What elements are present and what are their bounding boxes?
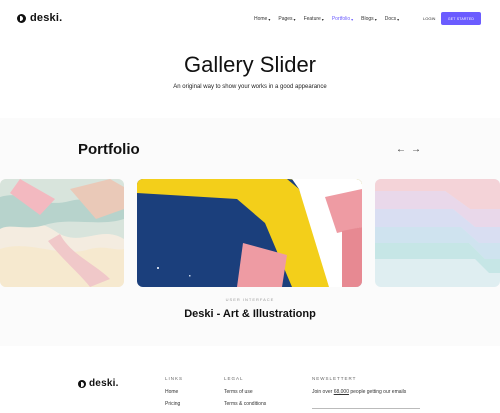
main-nav: Home ▾ Pages ▾ Feature ▾ Portfolio ▾ Blo… <box>254 16 399 22</box>
nav-pages[interactable]: Pages ▾ <box>278 16 295 22</box>
nav-label: Portfolio <box>331 16 351 22</box>
logo-icon <box>17 13 26 23</box>
footer-link-home[interactable]: Home <box>165 389 183 395</box>
page-subtitle: An original way to show your works in a … <box>173 84 327 90</box>
nav-blogs[interactable]: Blogs ▾ <box>361 16 377 22</box>
footer-link-terms-conditions[interactable]: Terms & conditions <box>224 401 266 407</box>
get-started-button[interactable]: GET STARTED <box>441 12 481 25</box>
slide-active[interactable] <box>137 179 362 287</box>
footer-newsletter-heading: NEWSLETTERT <box>312 376 357 381</box>
brand-logo[interactable]: deski. <box>17 12 62 24</box>
prev-arrow-icon[interactable]: ← <box>396 144 406 155</box>
footer-links-column: LINKS Home Pricing <box>165 376 183 413</box>
site-footer: deski. LINKS Home Pricing LEGAL Terms of… <box>0 346 500 410</box>
footer-newsletter-column: NEWSLETTERT Join over 68,000 people gett… <box>312 376 406 395</box>
next-arrow-icon[interactable]: → <box>411 144 421 155</box>
login-link[interactable]: LOGIN <box>423 16 435 21</box>
nav-label: Docs <box>384 16 397 22</box>
slide-category: USER INTERFACE <box>225 297 275 302</box>
newsletter-text-before: Join over <box>312 389 334 395</box>
footer-link-terms-of-use[interactable]: Terms of use <box>224 389 266 395</box>
newsletter-text-after: people getting our emails <box>348 389 407 395</box>
page-title: Gallery Slider <box>183 52 317 77</box>
nav-label: Home <box>254 16 268 22</box>
newsletter-text: Join over 68,000 people getting our emai… <box>312 389 406 395</box>
slide-active-artwork <box>137 179 362 287</box>
newsletter-email-input[interactable] <box>312 408 420 409</box>
nav-label: Blogs <box>361 16 374 22</box>
brand-name: deski. <box>30 12 63 24</box>
nav-feature[interactable]: Feature ▾ <box>304 16 324 22</box>
logo-icon <box>78 379 86 388</box>
chevron-down-icon: ▾ <box>351 16 354 22</box>
nav-label: Feature <box>303 16 321 22</box>
nav-home[interactable]: Home ▾ <box>254 16 270 22</box>
footer-legal-heading: LEGAL <box>224 376 244 381</box>
nav-label: Pages <box>278 16 293 22</box>
chevron-down-icon: ▾ <box>374 16 377 22</box>
chevron-down-icon: ▾ <box>321 16 324 22</box>
footer-legal-column: LEGAL Terms of use Terms & conditions <box>224 376 266 413</box>
chevron-down-icon: ▾ <box>293 16 296 22</box>
newsletter-count: 68,000 <box>333 389 349 395</box>
chevron-down-icon: ▾ <box>268 16 271 22</box>
slide-next[interactable] <box>375 179 500 287</box>
slide-title[interactable]: Deski - Art & Illustrationp <box>0 308 500 320</box>
footer-brand-logo[interactable]: deski. <box>78 378 119 389</box>
slide-previous-artwork <box>0 179 124 287</box>
footer-links-heading: LINKS <box>165 376 184 381</box>
section-title: Portfolio <box>78 141 140 158</box>
footer-brand-name: deski. <box>89 378 119 389</box>
footer-link-pricing[interactable]: Pricing <box>165 401 183 407</box>
slide-previous[interactable] <box>0 179 124 287</box>
chevron-down-icon: ▾ <box>397 16 400 22</box>
slide-next-artwork <box>375 179 500 287</box>
site-header: deski. Home ▾ Pages ▾ Feature ▾ Portfoli… <box>0 0 500 38</box>
nav-docs[interactable]: Docs ▾ <box>385 16 399 22</box>
nav-portfolio[interactable]: Portfolio ▾ <box>332 16 353 22</box>
